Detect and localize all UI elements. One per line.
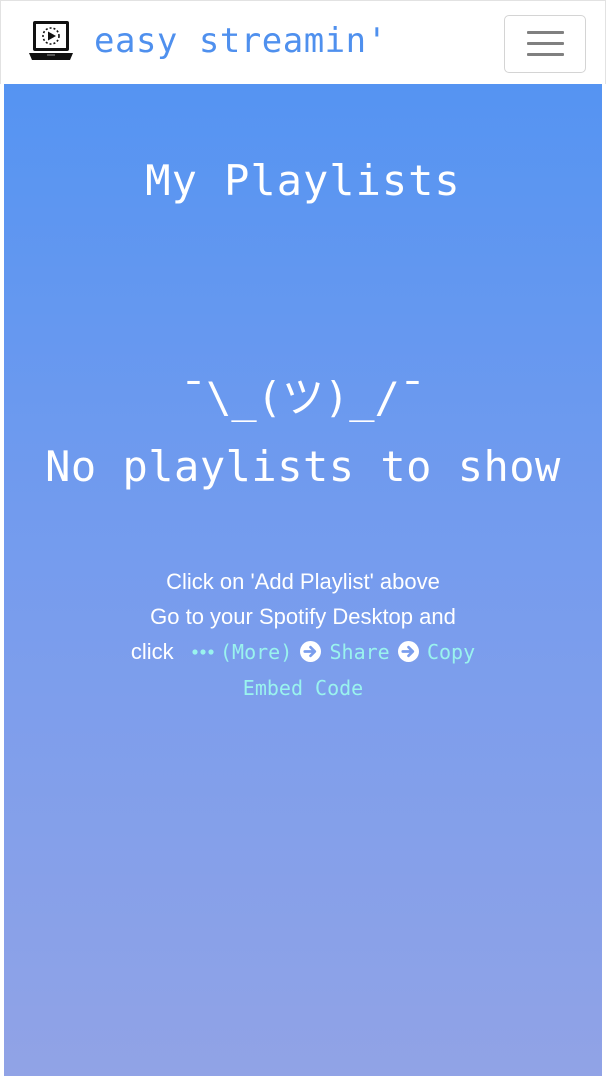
instruction-click-text: click: [130, 639, 174, 664]
instructions: Click on 'Add Playlist' above Go to your…: [99, 564, 507, 706]
instruction-line-4: Embed Code: [99, 670, 507, 706]
embed-code-label: Embed Code: [242, 676, 364, 700]
more-label: (More): [219, 640, 293, 664]
arrow-right-circle-icon: [300, 641, 322, 662]
instruction-line-2: Go to your Spotify Desktop and: [150, 604, 456, 629]
hamburger-menu-icon: [527, 31, 564, 57]
instruction-line-1: Click on 'Add Playlist' above: [166, 569, 440, 594]
page-title: My Playlists: [145, 156, 461, 205]
brand-link[interactable]: easy streamin': [27, 19, 388, 63]
more-dots-icon: [192, 649, 214, 655]
brand-name: easy streamin': [94, 21, 388, 61]
copy-label: Copy: [426, 640, 476, 664]
arrow-right-circle-icon: [397, 641, 419, 662]
menu-toggle-button[interactable]: [504, 15, 586, 73]
laptop-play-icon: [29, 21, 73, 60]
navbar: easy streamin': [0, 0, 606, 84]
shrug-emoticon: ¯\_(ツ)_/¯: [180, 373, 426, 422]
main-content: My Playlists ¯\_(ツ)_/¯ No playlists to s…: [4, 84, 602, 1076]
instruction-line-3: click (More) Share Copy: [99, 634, 507, 670]
share-label: Share: [329, 640, 390, 664]
empty-state-message: No playlists to show: [45, 442, 561, 491]
